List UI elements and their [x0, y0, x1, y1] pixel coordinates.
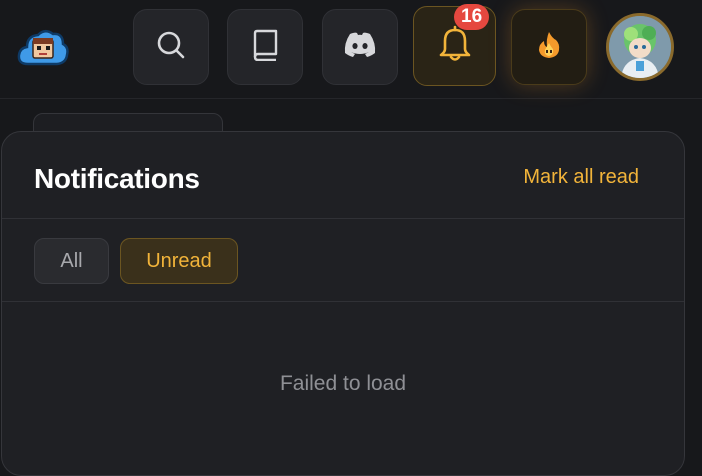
notifications-button[interactable]: 16 — [413, 4, 496, 86]
bell-icon — [435, 24, 475, 69]
notifications-panel: Notifications Mark all read All Unread F… — [1, 131, 685, 476]
panel-title: Notifications — [34, 163, 200, 194]
discord-icon — [342, 31, 378, 64]
error-message: Failed to load — [279, 372, 407, 395]
notification-count-badge: 16 — [454, 4, 490, 30]
book-icon — [250, 29, 280, 66]
mark-all-read-button[interactable]: Mark all read — [523, 166, 639, 189]
user-avatar[interactable] — [606, 13, 674, 81]
streak-button[interactable] — [511, 9, 587, 85]
tabs-divider — [2, 301, 684, 302]
fire-icon — [535, 30, 563, 65]
header-divider — [2, 218, 684, 219]
docs-button[interactable] — [227, 9, 303, 85]
cloud-mascot-icon[interactable] — [16, 26, 70, 68]
search-icon — [155, 29, 187, 66]
discord-button[interactable] — [322, 9, 398, 85]
tab-all[interactable]: All — [34, 238, 109, 284]
top-bar: 16 — [0, 0, 702, 99]
search-button[interactable] — [133, 9, 209, 85]
tab-unread[interactable]: Unread — [120, 238, 238, 284]
